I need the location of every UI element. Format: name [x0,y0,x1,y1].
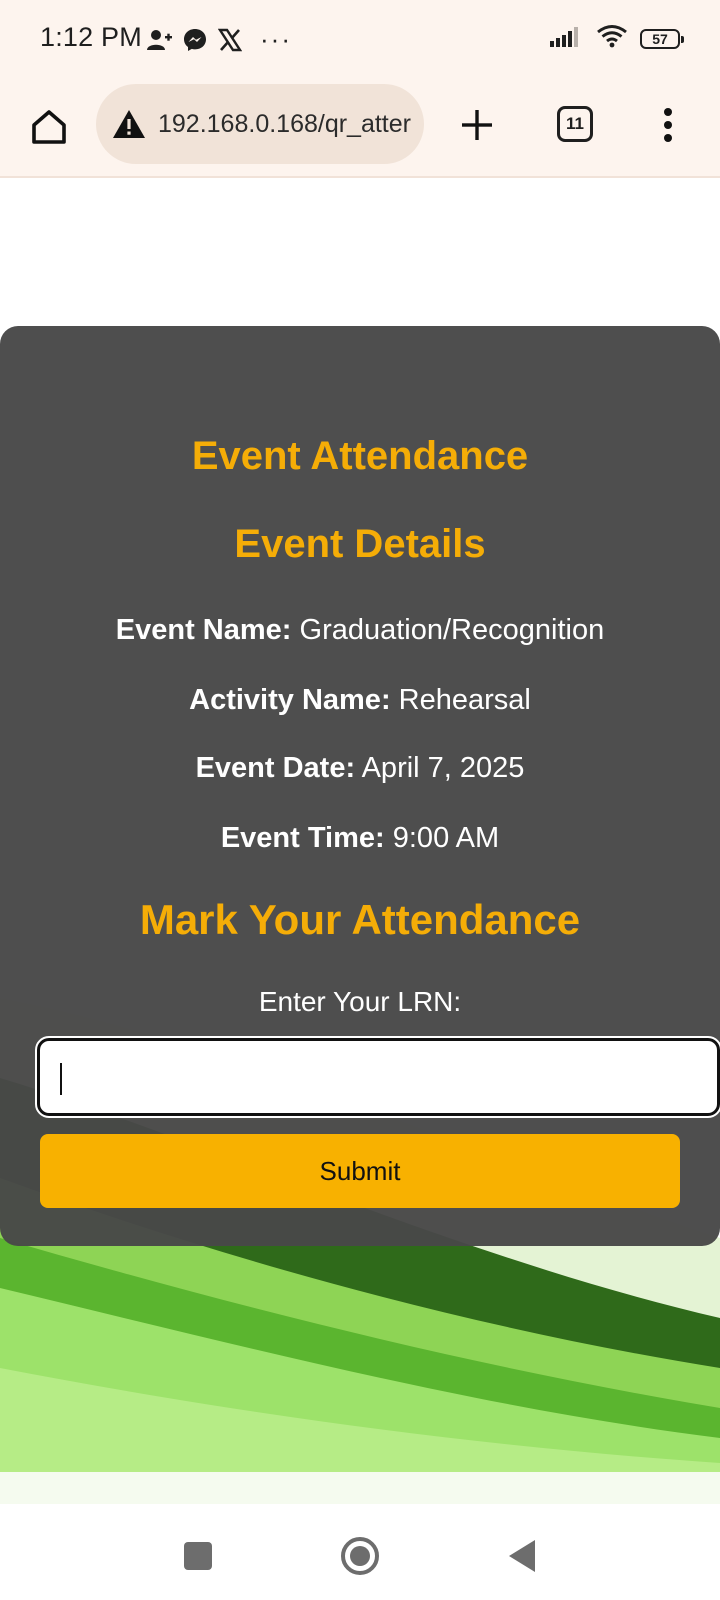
signal-icon [550,25,584,52]
mark-attendance-heading: Mark Your Attendance [139,896,581,943]
event-time-label: Event Time: [220,822,385,854]
event-name-label: Event Name: [115,614,292,646]
messenger-icon [182,27,208,53]
plus-icon [462,110,492,140]
recents-button[interactable] [176,1534,220,1578]
attendance-card: Event Attendance Event Details Event Nam… [0,326,720,1246]
back-button[interactable] [500,1534,544,1578]
event-name-value: Graduation/Recognition [299,614,605,646]
home-icon [32,110,66,144]
activity-name-label: Activity Name: [189,684,391,716]
more-dots-icon: ··· [260,24,292,54]
system-navigation-bar [0,1504,720,1600]
new-tab-button[interactable] [452,100,502,150]
add-contact-icon [146,28,172,52]
battery-icon: 57 [640,28,684,49]
event-name-row: Event Name: Graduation/Recognition [0,614,720,647]
overflow-menu-button[interactable] [648,100,688,150]
notification-icons: ··· [146,24,292,55]
activity-name-row: Activity Name: Rehearsal [0,684,720,717]
event-date-value: April 7, 2025 [361,752,525,784]
event-time-row: Event Time: 9:00 AM [0,822,720,855]
square-icon [184,1542,212,1570]
url-bar[interactable]: 192.168.0.168/qr_atter [96,84,424,164]
event-time-value: 9:00 AM [392,822,500,854]
back-triangle-icon [509,1540,535,1572]
text-cursor [60,1063,62,1095]
not-secure-warning-icon[interactable] [112,109,146,139]
event-date-label: Event Date: [195,752,356,784]
lrn-input[interactable] [35,1036,720,1118]
url-text: 192.168.0.168/qr_atter [158,109,411,138]
page-title: Event Attendance [191,434,529,478]
x-icon [218,28,242,52]
nav-home-button[interactable] [338,1534,382,1578]
submit-button[interactable]: Submit [40,1134,680,1208]
status-bar: 1:12 PM ··· 57 [0,0,720,80]
wifi-icon [596,24,628,53]
circle-icon [341,1537,379,1575]
tab-switcher-button[interactable]: 11 [557,106,593,142]
activity-name-value: Rehearsal [398,684,531,716]
lrn-label: Enter Your LRN: [258,986,462,1017]
event-details-heading: Event Details [234,522,486,566]
home-button[interactable] [24,102,74,152]
browser-toolbar: 192.168.0.168/qr_atter 11 [0,80,720,178]
more-vertical-icon [664,108,672,142]
system-status-icons: 57 [550,24,684,53]
status-time: 1:12 PM [40,22,142,52]
event-date-row: Event Date: April 7, 2025 [0,752,720,785]
